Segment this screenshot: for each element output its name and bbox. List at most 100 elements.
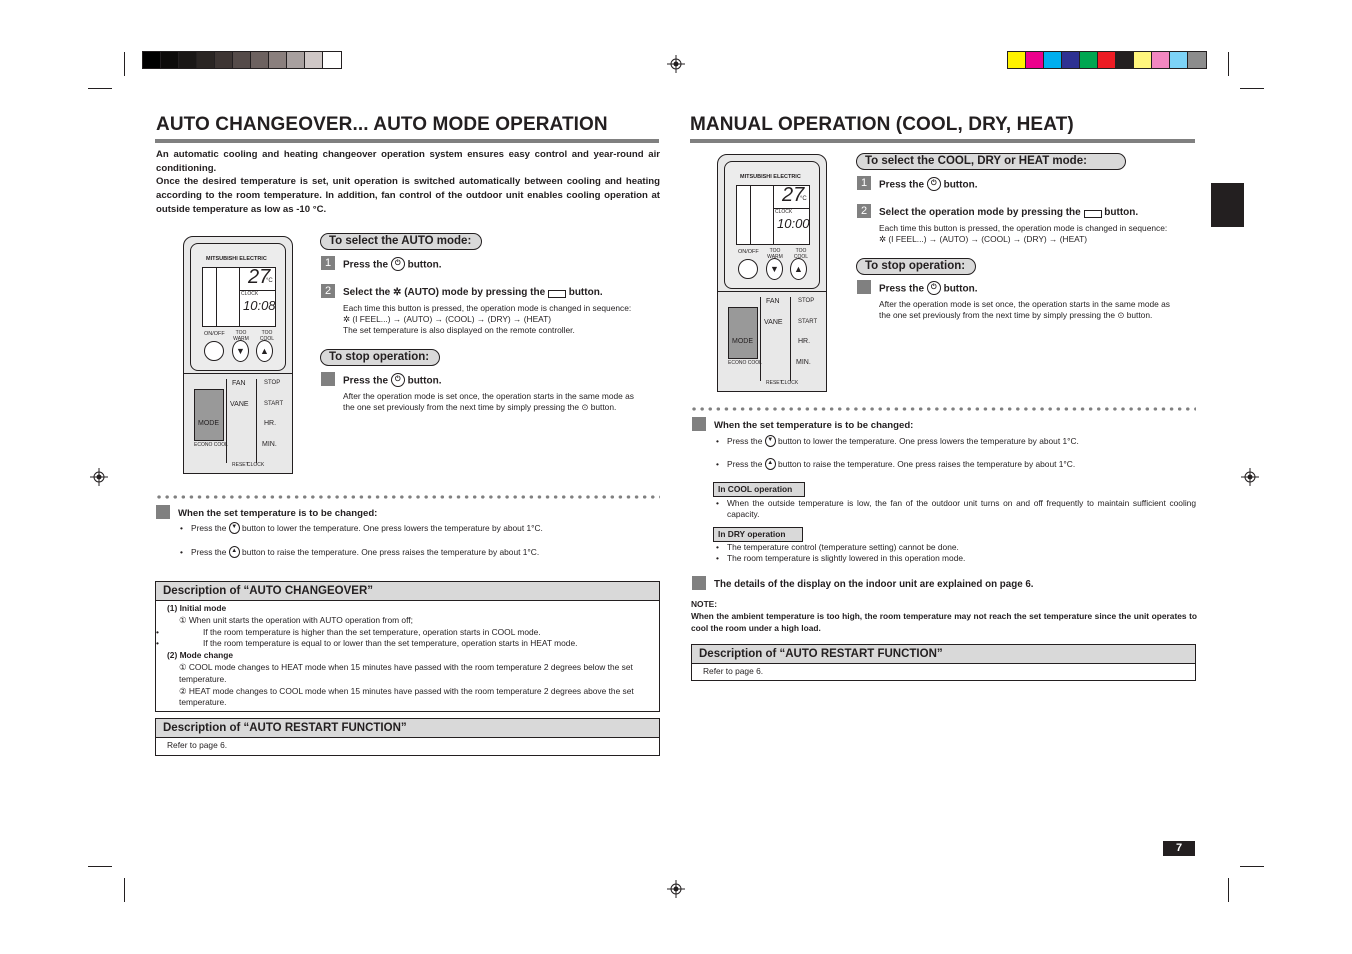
onoff-button-icon: ⏻ [926, 177, 941, 191]
color-swatch [1188, 52, 1206, 68]
select-mode-heading: To select the COOL, DRY or HEAT mode: [856, 153, 1126, 170]
description-body: Refer to page 6. [703, 666, 764, 676]
crop-mark [1228, 52, 1229, 76]
title-rule [690, 139, 1195, 143]
crop-mark [88, 866, 112, 867]
lcd-unit: °C [800, 196, 807, 202]
step-marker [692, 576, 706, 590]
remote-econo-label: ECONO COOL [728, 360, 762, 366]
note-text: When the ambient temperature is too high… [691, 611, 1197, 633]
intro-paragraph: Once the desired temperature is set, uni… [156, 176, 660, 215]
crop-mark [1240, 866, 1264, 867]
step2-text: Select the ✲ (AUTO) mode by pressing the… [343, 287, 603, 299]
remote-controller-illustration: MITSUBISHI ELECTRIC 27 °C CLOCK 10:08 ON… [183, 236, 293, 474]
stop-step-text: Press the ⏻ button. [343, 373, 441, 388]
description-title: Description of “AUTO CHANGEOVER” [156, 582, 659, 601]
color-swatch [305, 52, 323, 68]
dotted-divider [690, 407, 1196, 411]
color-swatch [251, 52, 269, 68]
remote-up-button: ▲ [256, 340, 273, 362]
temp-change-item: Press the ▼ button to lower the temperat… [180, 522, 661, 535]
remote-start-label: START [798, 319, 818, 325]
color-swatch [1080, 52, 1098, 68]
color-swatch [1062, 52, 1080, 68]
step-number: 1 [857, 176, 871, 190]
stop-step-text: Press the ⏻ button. [879, 281, 977, 296]
remote-down-button: ▼ [766, 258, 783, 280]
description-body: Refer to page 6. [167, 740, 228, 750]
left-intro: An automatic cooling and heating changeo… [156, 148, 660, 217]
onoff-button-icon: ⏻ [390, 373, 405, 387]
step2-detail: Each time this button is pressed, the op… [343, 303, 632, 336]
mode-button-icon [1083, 210, 1102, 219]
crop-mark [1240, 88, 1264, 89]
mode-cycle-icon: ✲ [879, 234, 889, 245]
remote-up-button: ▲ [790, 258, 807, 280]
too-warm-button-icon: ▼ [228, 522, 240, 534]
color-swatch [1134, 52, 1152, 68]
remote-hr-label: HR. [798, 338, 811, 345]
dry-note: The temperature control (temperature set… [716, 542, 1196, 553]
color-swatch [233, 52, 251, 68]
indoor-display-note: The details of the display on the indoor… [714, 579, 1034, 590]
too-warm-button-icon: ▼ [764, 435, 776, 447]
step2-text: Select the operation mode by pressing th… [879, 207, 1139, 219]
registration-mark-icon [1241, 468, 1259, 486]
onoff-small-icon: ⊙ [581, 402, 589, 413]
auto-restart-description: Description of “AUTO RESTART FUNCTION” R… [691, 644, 1196, 681]
remote-vane-label: VANE [764, 319, 783, 326]
temp-change-item: Press the ▲ button to raise the temperat… [716, 458, 1197, 471]
crop-mark [88, 88, 112, 89]
remote-hr-label: HR. [264, 420, 277, 427]
remote-onoff-button [738, 259, 758, 279]
color-swatch [1044, 52, 1062, 68]
crop-mark [1228, 878, 1229, 902]
section-bullet: If the room temperature is higher than t… [156, 627, 653, 639]
cool-operation-tag: In COOL operation [713, 482, 805, 497]
auto-restart-description: Description of “AUTO RESTART FUNCTION” R… [155, 718, 660, 756]
lcd-time: 10:00 [777, 216, 810, 231]
section-bullet: If the room temperature is equal to or l… [156, 638, 653, 650]
section-item: ① When unit starts the operation with AU… [179, 614, 413, 625]
color-swatch [1008, 52, 1026, 68]
too-cool-button-icon: ▲ [764, 458, 776, 470]
lcd-clock-label: CLOCK [775, 209, 793, 215]
remote-lcd: 27 °C CLOCK 10:00 [736, 184, 810, 245]
color-swatch [323, 52, 341, 68]
section-title: (1) Initial mode [167, 603, 227, 613]
auto-mode-icon: ✲ [393, 287, 402, 298]
remote-brand: MITSUBISHI ELECTRIC [206, 256, 267, 262]
onoff-button-icon: ⏻ [926, 281, 941, 295]
crop-mark [124, 878, 125, 902]
section-item: ② HEAT mode changes to COOL mode when 15… [179, 685, 634, 708]
remote-mode-label: MODE [198, 420, 219, 427]
step-marker [692, 417, 706, 431]
remote-brand: MITSUBISHI ELECTRIC [740, 174, 801, 180]
color-swatch [179, 52, 197, 68]
dry-operation-tag: In DRY operation [713, 527, 803, 542]
remote-clock-label: CLOCK [781, 380, 799, 386]
remote-min-label: MIN. [796, 359, 811, 366]
color-swatch [161, 52, 179, 68]
color-swatch [197, 52, 215, 68]
right-page-title: MANUAL OPERATION (COOL, DRY, HEAT) [690, 114, 1074, 135]
remote-onoff-label: ON/OFF [204, 331, 225, 337]
remote-down-button: ▼ [232, 340, 249, 362]
left-page-title: AUTO CHANGEOVER... AUTO MODE OPERATION [156, 114, 608, 135]
remote-vane-label: VANE [230, 401, 249, 408]
color-swatch [215, 52, 233, 68]
step-number: 2 [321, 284, 335, 298]
step2-detail: Each time this button is pressed, the op… [879, 223, 1168, 245]
color-swatch [1026, 52, 1044, 68]
color-swatch [1116, 52, 1134, 68]
section-item: ① COOL mode changes to HEAT mode when 15… [179, 661, 633, 684]
temp-change-item: Press the ▼ button to lower the temperat… [716, 435, 1197, 448]
step-marker [321, 372, 335, 386]
temp-change-item: Press the ▲ button to raise the temperat… [180, 546, 661, 559]
stop-operation-heading: To stop operation: [856, 258, 976, 275]
description-title: Description of “AUTO RESTART FUNCTION” [692, 645, 1195, 664]
color-swatch [1152, 52, 1170, 68]
page-number: 7 [1163, 841, 1195, 856]
mode-cycle-icon: ✲ [343, 314, 353, 325]
lcd-clock-label: CLOCK [241, 291, 259, 297]
